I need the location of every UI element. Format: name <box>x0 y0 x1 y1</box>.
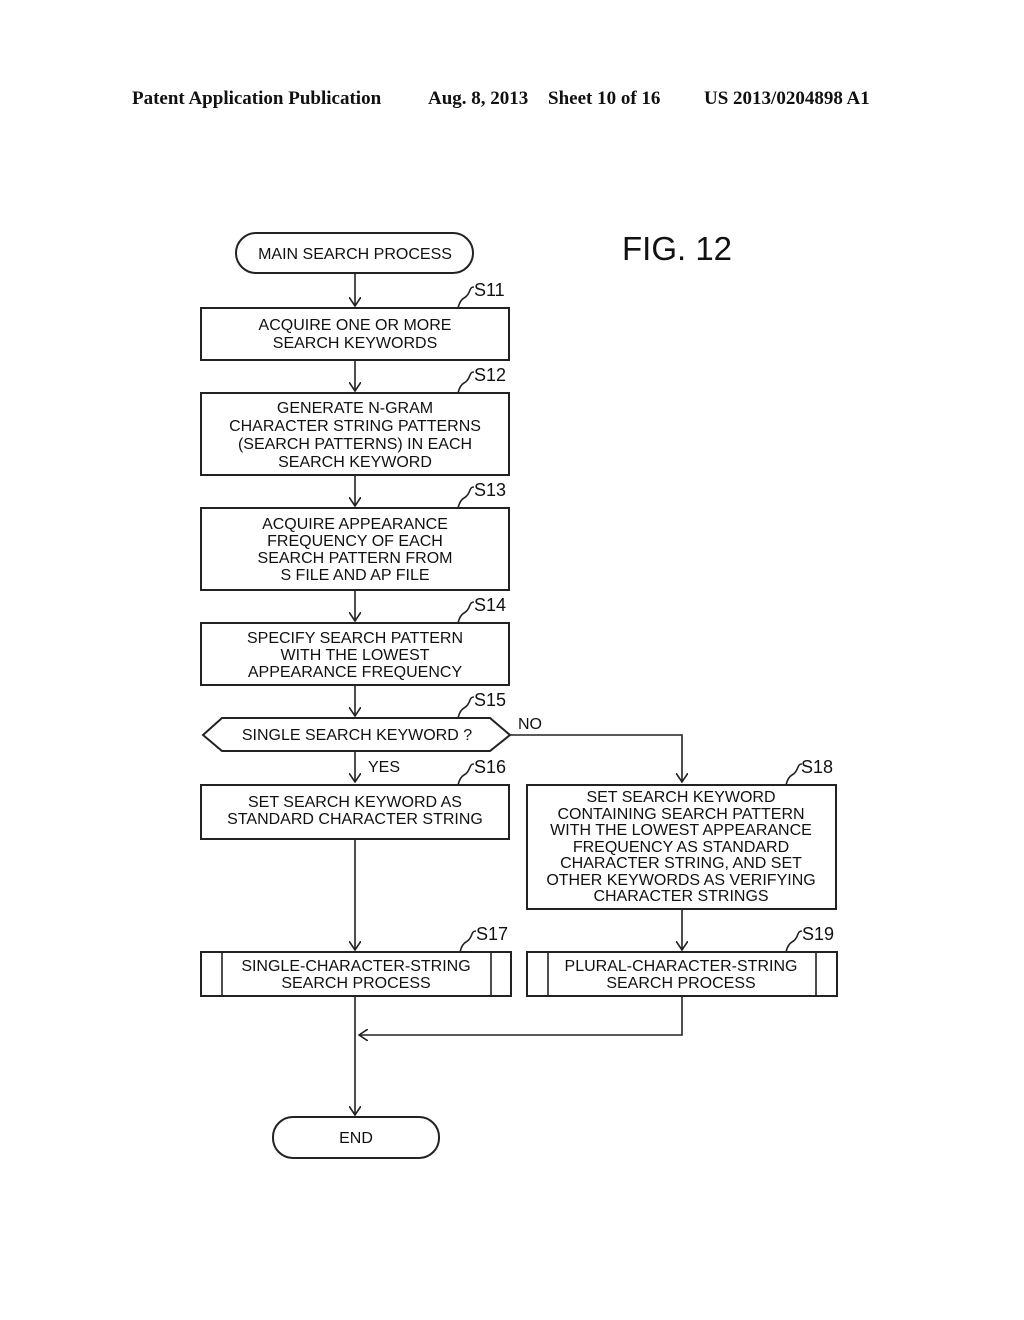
step-s18-text-line: OTHER KEYWORDS AS VERIFYING <box>546 872 815 889</box>
step-s19-leader <box>785 930 803 953</box>
step-s19-label: S19 <box>802 924 834 944</box>
step-s16-label: S16 <box>474 757 506 777</box>
step-s15-text-line: SINGLE SEARCH KEYWORD ? <box>242 727 472 744</box>
step-s14-text-line: APPEARANCE FREQUENCY <box>248 664 463 681</box>
figure-title: FIG. 12 <box>622 230 732 267</box>
step-s13-leader <box>457 486 475 509</box>
step-s14-text-line: WITH THE LOWEST <box>280 647 429 664</box>
step-s11-box <box>200 307 510 361</box>
step-s17-text-line: SEARCH PROCESS <box>281 975 430 992</box>
step-s15-label: S15 <box>474 690 506 710</box>
flowchart: FIG. 12 MAIN SEARCH PROCESS S11 ACQUIRE … <box>200 230 838 1159</box>
step-s17-leader <box>459 930 477 953</box>
step-s12-text-line: SEARCH KEYWORD <box>278 454 432 471</box>
branch-no-label: NO <box>518 716 542 733</box>
step-s12-text-line: CHARACTER STRING PATTERNS <box>229 418 481 435</box>
step-s18-text-line: CHARACTER STRINGS <box>593 888 768 905</box>
step-s13-text-line: S FILE AND AP FILE <box>280 567 429 584</box>
step-s13-text-line: ACQUIRE APPEARANCE <box>262 516 448 533</box>
step-s12-text-line: GENERATE N-GRAM <box>277 400 433 417</box>
step-s12-text-line: (SEARCH PATTERNS) IN EACH <box>238 436 472 453</box>
start-terminal-text: MAIN SEARCH PROCESS <box>258 246 452 263</box>
arrow-s19-merge <box>359 996 683 1035</box>
step-s13-text-line: SEARCH PATTERN FROM <box>258 550 453 567</box>
step-s18-text-line: FREQUENCY AS STANDARD <box>573 839 789 856</box>
step-s18-label: S18 <box>801 757 833 777</box>
step-s13-text-line: FREQUENCY OF EACH <box>267 533 443 550</box>
step-s11-leader <box>457 286 475 309</box>
step-s11-text-line: SEARCH KEYWORDS <box>273 335 437 352</box>
step-s17-text-line: SINGLE-CHARACTER-STRING <box>241 958 470 975</box>
step-s18-text-line: CONTAINING SEARCH PATTERN <box>557 806 804 823</box>
step-s16-text-line: STANDARD CHARACTER STRING <box>227 811 483 828</box>
end-terminal-text: END <box>339 1130 373 1147</box>
step-s18-text-line: SET SEARCH KEYWORD <box>586 789 775 806</box>
step-s14-label: S14 <box>474 595 506 615</box>
step-s11-label: S11 <box>474 280 505 300</box>
arrow-s15-no-to-s18 <box>510 734 682 782</box>
step-s16-text-line: SET SEARCH KEYWORD AS <box>248 794 462 811</box>
step-s15-leader <box>457 696 475 719</box>
step-s14-leader <box>457 601 475 624</box>
step-s19-text-line: SEARCH PROCESS <box>606 975 755 992</box>
step-s12-label: S12 <box>474 365 506 385</box>
step-s17-label: S17 <box>476 924 508 944</box>
step-s11-text-line: ACQUIRE ONE OR MORE <box>259 317 452 334</box>
step-s16-leader <box>457 763 475 786</box>
step-s19-text-line: PLURAL-CHARACTER-STRING <box>565 958 798 975</box>
step-s18-text-line: WITH THE LOWEST APPEARANCE <box>550 822 812 839</box>
branch-yes-label: YES <box>368 759 400 776</box>
step-s18-text-line: CHARACTER STRING, AND SET <box>560 855 802 872</box>
step-s12-leader <box>457 371 475 394</box>
step-s13-label: S13 <box>474 480 506 500</box>
step-s18-leader <box>785 763 803 786</box>
step-s14-text-line: SPECIFY SEARCH PATTERN <box>247 630 463 647</box>
